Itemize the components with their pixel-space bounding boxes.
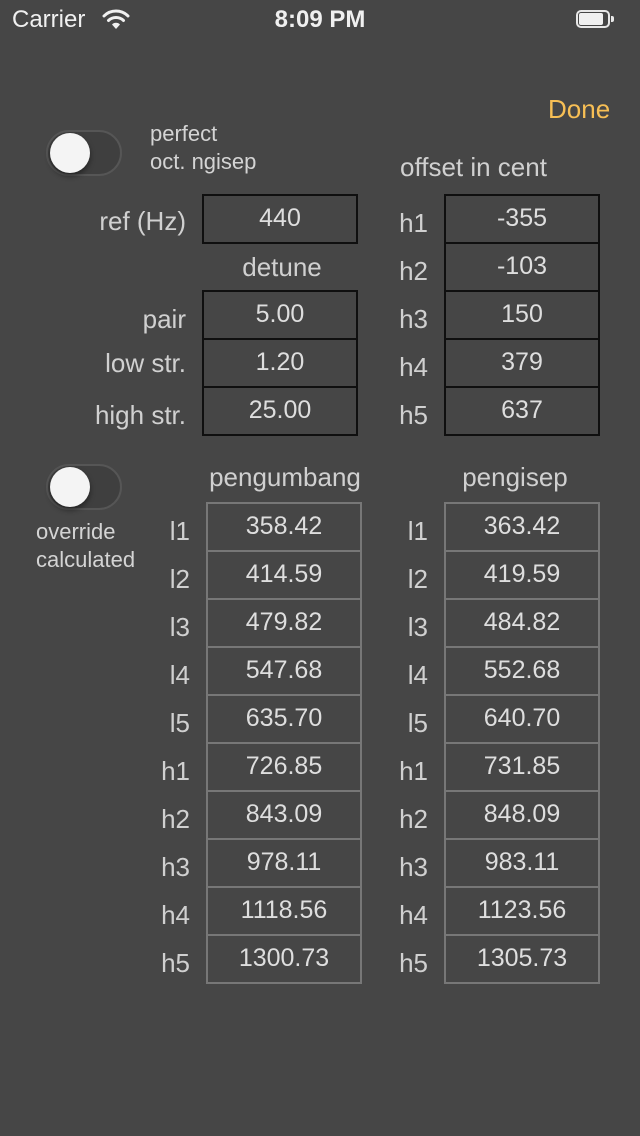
perfect-octave-label-line1: perfect: [150, 121, 218, 146]
pengisep-field-h4[interactable]: 1123.56: [444, 886, 600, 936]
offset-field-h3[interactable]: 150: [444, 290, 600, 340]
pengumbang-label-l3: l3: [169, 612, 190, 642]
pengumbang-label-h3: h3: [161, 852, 190, 882]
offset-label-h1: h1: [399, 208, 428, 238]
pengumbang-label-l2: l2: [169, 564, 190, 594]
override-label-line2: calculated: [36, 547, 136, 572]
offset-label-h3: h3: [399, 304, 428, 334]
override-label-line1: override: [36, 519, 116, 544]
pengisep-field-h3[interactable]: 983.11: [444, 838, 600, 888]
pengumbang-field-l4[interactable]: 547.68: [206, 646, 362, 696]
pengisep-label-h3: h3: [399, 852, 428, 882]
pengisep-field-h5[interactable]: 1305.73: [444, 934, 600, 984]
pengumbang-field-l1[interactable]: 358.42: [206, 502, 362, 552]
detune-field-low[interactable]: 1.20: [202, 338, 358, 388]
pengisep-label-l3: l3: [407, 612, 428, 642]
pengumbang-field-h1[interactable]: 726.85: [206, 742, 362, 792]
detune-label-low: low str.: [105, 348, 186, 378]
pengumbang-header: pengumbang: [209, 462, 361, 492]
pengumbang-field-h3[interactable]: 978.11: [206, 838, 362, 888]
pengisep-label-l4: l4: [407, 660, 428, 690]
pengumbang-label-h5: h5: [161, 948, 190, 978]
offset-field-h5[interactable]: 637: [444, 386, 600, 436]
offset-header: offset in cent: [400, 152, 547, 182]
detune-label-high: high str.: [94, 400, 186, 430]
pengumbang-field-h4[interactable]: 1118.56: [206, 886, 362, 936]
perfect-octave-label-line2: oct. ngisep: [150, 149, 257, 174]
pengisep-label-l1: l1: [407, 516, 428, 546]
status-bar: Carrier 8:09 PM: [0, 0, 640, 40]
pengisep-label-l2: l2: [407, 564, 428, 594]
pengisep-header: pengisep: [462, 462, 568, 492]
detune-header: detune: [242, 252, 322, 282]
offset-field-h4[interactable]: 379: [444, 338, 600, 388]
pengisep-field-h1[interactable]: 731.85: [444, 742, 600, 792]
detune-field-high[interactable]: 25.00: [202, 386, 358, 436]
pengisep-label-h5: h5: [399, 948, 428, 978]
offset-label-h4: h4: [399, 352, 428, 382]
done-button[interactable]: Done: [548, 94, 610, 125]
pengumbang-label-h2: h2: [161, 804, 190, 834]
offset-field-h2[interactable]: -103: [444, 242, 600, 292]
pengisep-field-h2[interactable]: 848.09: [444, 790, 600, 840]
perfect-octave-toggle[interactable]: [46, 130, 122, 176]
pengisep-field-l2[interactable]: 419.59: [444, 550, 600, 600]
pengisep-label-l5: l5: [407, 708, 428, 738]
detune-label-pair: pair: [142, 304, 186, 334]
offset-label-h5: h5: [399, 400, 428, 430]
pengisep-field-l4[interactable]: 552.68: [444, 646, 600, 696]
pengumbang-field-l2[interactable]: 414.59: [206, 550, 362, 600]
pengumbang-field-l5[interactable]: 635.70: [206, 694, 362, 744]
offset-label-h2: h2: [399, 256, 428, 286]
pengumbang-field-h5[interactable]: 1300.73: [206, 934, 362, 984]
pengumbang-label-l1: l1: [169, 516, 190, 546]
ref-field[interactable]: 440: [202, 194, 358, 244]
pengumbang-field-h2[interactable]: 843.09: [206, 790, 362, 840]
offset-field-h1[interactable]: -355: [444, 194, 600, 244]
override-toggle[interactable]: [46, 464, 122, 510]
pengumbang-label-h4: h4: [161, 900, 190, 930]
battery-icon: [576, 10, 616, 28]
pengumbang-label-l5: l5: [169, 708, 190, 738]
pengumbang-label-h1: h1: [161, 756, 190, 786]
pengisep-label-h1: h1: [399, 756, 428, 786]
toggle-knob: [50, 467, 90, 507]
pengisep-label-h2: h2: [399, 804, 428, 834]
ref-label: ref (Hz): [99, 206, 186, 236]
pengumbang-label-l4: l4: [169, 660, 190, 690]
toggle-knob: [50, 133, 90, 173]
pengisep-field-l5[interactable]: 640.70: [444, 694, 600, 744]
pengisep-field-l1[interactable]: 363.42: [444, 502, 600, 552]
detune-field-pair[interactable]: 5.00: [202, 290, 358, 340]
pengumbang-field-l3[interactable]: 479.82: [206, 598, 362, 648]
pengisep-label-h4: h4: [399, 900, 428, 930]
clock: 8:09 PM: [274, 6, 366, 33]
pengisep-field-l3[interactable]: 484.82: [444, 598, 600, 648]
